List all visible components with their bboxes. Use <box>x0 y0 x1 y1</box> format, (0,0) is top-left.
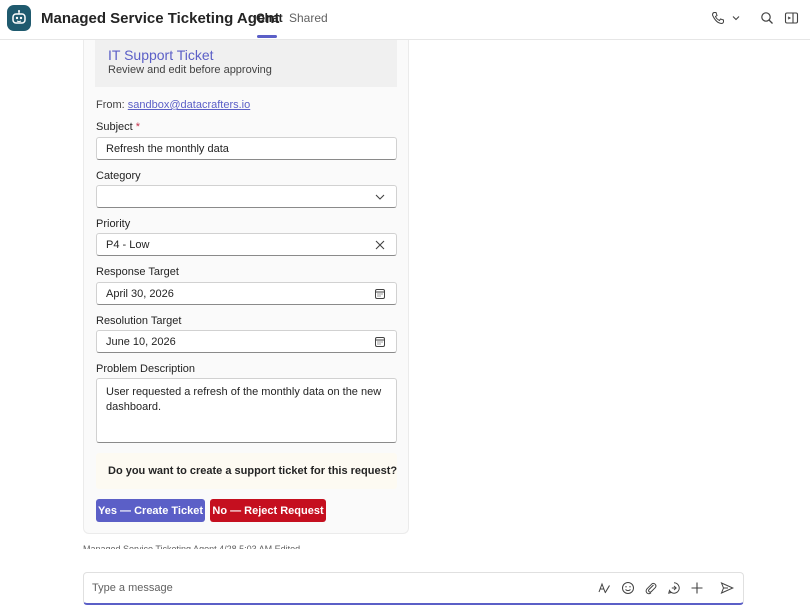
reject-request-button[interactable]: No — Reject Request <box>210 499 326 522</box>
resolution-target-date-input[interactable]: June 10, 2026 <box>96 330 397 353</box>
confirmation-question: Do you want to create a support ticket f… <box>108 465 398 477</box>
resolution-target-value: June 10, 2026 <box>106 335 176 348</box>
subject-value: Refresh the monthly data <box>106 142 229 155</box>
chevron-down-icon[interactable] <box>373 190 387 204</box>
response-target-date-input[interactable]: April 30, 2026 <box>96 282 397 305</box>
plus-icon[interactable] <box>690 581 704 595</box>
send-icon[interactable] <box>720 581 734 595</box>
subject-input[interactable]: Refresh the monthly data <box>96 137 397 160</box>
problem-description-textarea[interactable]: User requested a refresh of the monthly … <box>96 378 397 443</box>
problem-description-label: Problem Description <box>96 363 196 375</box>
tab-shared[interactable]: Shared <box>289 11 328 25</box>
phone-icon[interactable] <box>709 9 727 27</box>
priority-dropdown[interactable]: P4 - Low <box>96 233 397 256</box>
bot-avatar-icon <box>7 5 31 31</box>
emoji-icon[interactable] <box>621 581 635 595</box>
card-title: IT Support Ticket <box>108 47 214 63</box>
resolution-target-label: Resolution Target <box>96 315 182 327</box>
clear-icon[interactable] <box>373 238 387 252</box>
calendar-icon[interactable] <box>373 335 387 349</box>
create-ticket-button[interactable]: Yes — Create Ticket <box>96 499 205 522</box>
tab-chat[interactable]: Chat <box>256 11 283 25</box>
category-label: Category <box>96 170 141 182</box>
card-subtitle: Review and edit before approving <box>108 64 272 76</box>
subject-label: Subject * <box>96 121 140 133</box>
chat-header: Managed Service Ticketing Agent Chat Sha… <box>0 0 810 40</box>
message-metadata: Managed Service Ticketing Agent 4/28 5:0… <box>83 544 301 549</box>
attach-icon[interactable] <box>644 581 658 595</box>
loop-icon[interactable] <box>667 581 681 595</box>
side-panel-icon[interactable] <box>782 9 800 27</box>
priority-value: P4 - Low <box>106 238 150 251</box>
priority-label: Priority <box>96 218 131 230</box>
app-title: Managed Service Ticketing Agent <box>41 10 280 27</box>
required-mark: * <box>135 121 141 133</box>
subject-label-text: Subject <box>96 121 133 133</box>
calendar-icon[interactable] <box>373 287 387 301</box>
active-tab-indicator <box>257 35 277 38</box>
from-email-link[interactable]: sandbox@datacrafters.io <box>128 99 250 111</box>
format-icon[interactable] <box>597 581 611 595</box>
from-line: From: sandbox@datacrafters.io <box>96 99 250 111</box>
response-target-label: Response Target <box>96 266 179 278</box>
chevron-down-icon[interactable] <box>727 9 745 27</box>
search-icon[interactable] <box>758 9 776 27</box>
response-target-value: April 30, 2026 <box>106 287 174 300</box>
message-input-placeholder: Type a message <box>92 582 173 594</box>
category-dropdown[interactable] <box>96 185 397 208</box>
from-label: From: <box>96 99 128 111</box>
